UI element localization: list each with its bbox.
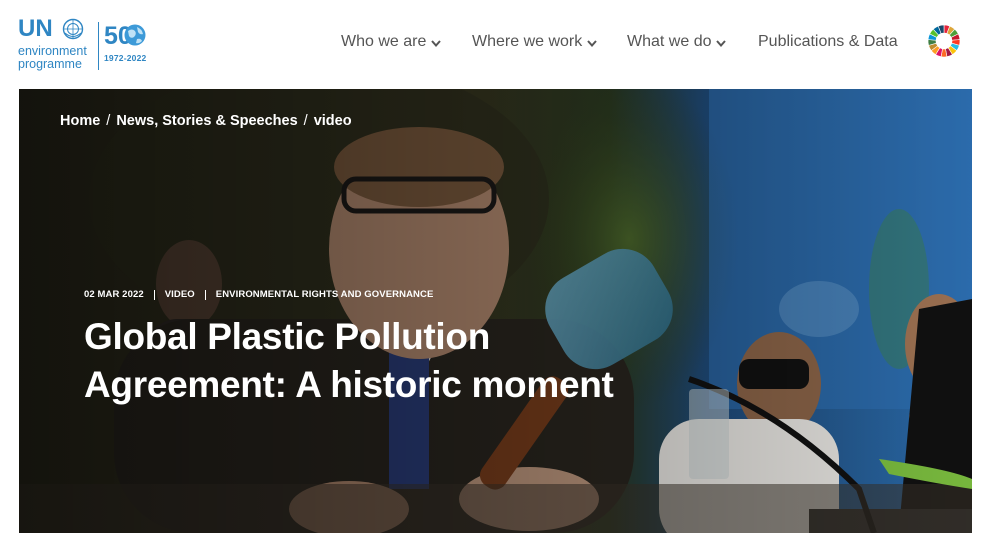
meta-divider: [204, 289, 206, 300]
article-type[interactable]: VIDEO: [165, 289, 195, 300]
hero-banner: Home / News, Stories & Speeches / video …: [19, 89, 972, 533]
article-date: 02 MAR 2022: [84, 289, 144, 300]
meta-divider: [153, 289, 155, 300]
nav-publications-data[interactable]: Publications & Data: [758, 33, 898, 51]
nav-label: What we do: [627, 33, 712, 50]
main-nav: Who we are Where we work What we do Publ…: [0, 33, 990, 57]
nav-label: Who we are: [341, 33, 427, 50]
chevron-down-icon: [587, 39, 597, 47]
breadcrumb-current: video: [313, 113, 352, 129]
hero-photo: [19, 89, 972, 533]
title-line-2: Agreement: A historic moment: [84, 364, 614, 405]
nav-where-we-work[interactable]: Where we work: [472, 33, 597, 51]
chevron-down-icon: [431, 39, 442, 47]
breadcrumb-separator: /: [303, 113, 308, 129]
nav-who-we-are[interactable]: Who we are: [341, 33, 442, 51]
logo-line-programme: programme: [18, 57, 82, 71]
article-topic[interactable]: ENVIRONMENTAL RIGHTS AND GOVERNANCE: [216, 289, 434, 300]
breadcrumb-news[interactable]: News, Stories & Speeches: [116, 113, 297, 129]
sdg-wheel-icon[interactable]: [927, 24, 961, 58]
title-line-1: Global Plastic Pollution: [84, 316, 491, 357]
article-meta: 02 MAR 2022 VIDEO ENVIRONMENTAL RIGHTS A…: [84, 289, 433, 300]
breadcrumb-separator: /: [106, 113, 111, 129]
nav-what-we-do[interactable]: What we do: [627, 33, 727, 51]
nav-label: Publications & Data: [758, 33, 898, 50]
chevron-down-icon: [716, 39, 727, 47]
breadcrumb-home[interactable]: Home: [60, 113, 100, 129]
site-header: UN environment programme 50 1972-2022 Wh…: [0, 0, 990, 88]
breadcrumb: Home / News, Stories & Speeches / video: [60, 113, 352, 129]
page-title: Global Plastic Pollution Agreement: A hi…: [84, 313, 704, 409]
nav-label: Where we work: [472, 33, 583, 50]
